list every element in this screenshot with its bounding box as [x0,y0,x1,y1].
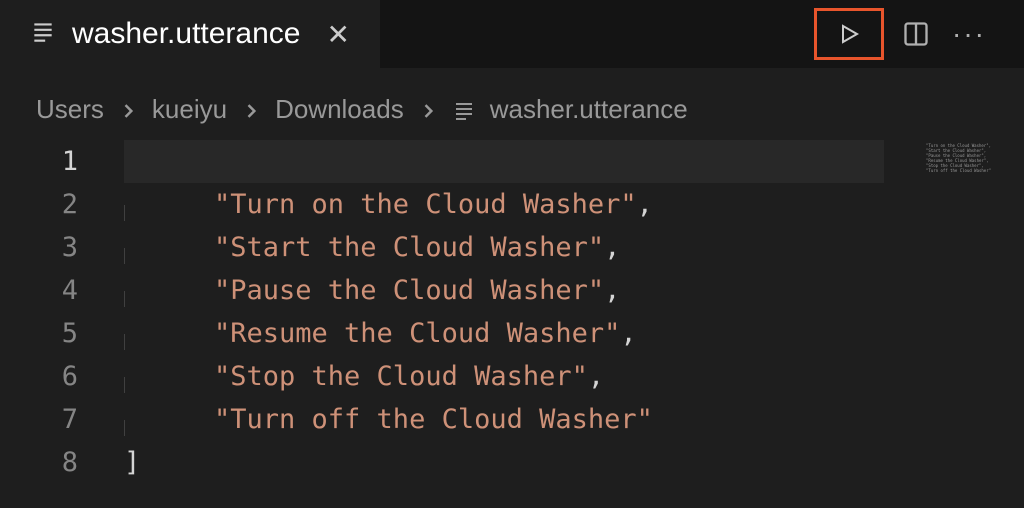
file-text-icon [452,94,476,125]
code-content: "Start the Cloud Washer", [124,232,620,263]
gutter [94,226,124,269]
breadcrumb: Users kueiyu Downloads washer.utterance [0,84,1024,134]
gutter [94,312,124,355]
code-line[interactable]: 7 "Turn off the Cloud Washer" [0,398,1024,441]
code-line[interactable]: 2 "Turn on the Cloud Washer", [0,183,1024,226]
code-content: "Stop the Cloud Washer", [124,361,604,392]
chevron-right-icon [418,94,438,125]
gutter [94,183,124,226]
gutter [94,355,124,398]
code-content: "Turn off the Cloud Washer" [124,404,653,435]
line-number: 2 [0,189,94,220]
minimap[interactable]: "Turn on the Cloud Washer","Start the Cl… [924,142,1016,182]
code-line[interactable]: 4 "Pause the Cloud Washer", [0,269,1024,312]
tab-actions: ··· [814,8,1024,60]
code-line[interactable]: 8] [0,441,1024,484]
line-number: 5 [0,318,94,349]
more-actions-button[interactable]: ··· [948,18,990,50]
line-number: 4 [0,275,94,306]
code-line[interactable]: 5 "Resume the Cloud Washer", [0,312,1024,355]
line-number: 6 [0,361,94,392]
gutter [94,140,124,183]
code-content: "Pause the Cloud Washer", [124,275,620,306]
run-button[interactable] [814,8,884,60]
line-number: 1 [0,146,94,177]
breadcrumb-segment[interactable]: Users [36,94,104,125]
minimap-line: "Turn off the Cloud Washer" [926,168,1014,173]
gutter [94,269,124,312]
code-content: "Resume the Cloud Washer", [124,318,637,349]
split-editor-button[interactable] [898,16,934,52]
editor-tab[interactable]: washer.utterance ✕ [0,0,380,68]
tab-bar: washer.utterance ✕ ··· [0,0,1024,68]
file-text-icon [30,19,56,50]
chevron-right-icon [241,94,261,125]
active-line-highlight [124,140,884,183]
code-content: "Turn on the Cloud Washer", [124,189,653,220]
close-icon[interactable]: ✕ [316,14,359,55]
code-line[interactable]: 3 "Start the Cloud Washer", [0,226,1024,269]
gutter [94,441,124,484]
tab-title: washer.utterance [72,17,300,51]
code-line[interactable]: 6 "Stop the Cloud Washer", [0,355,1024,398]
breadcrumb-segment[interactable]: Downloads [275,94,404,125]
chevron-right-icon [118,94,138,125]
line-number: 7 [0,404,94,435]
gutter [94,398,124,441]
breadcrumb-segment[interactable]: kueiyu [152,94,227,125]
code-content: ] [124,447,140,478]
editor-area[interactable]: 1[2"Turn on the Cloud Washer",3"Start th… [0,134,1024,484]
breadcrumb-segment[interactable]: washer.utterance [490,94,688,125]
line-number: 3 [0,232,94,263]
line-number: 8 [0,447,94,478]
